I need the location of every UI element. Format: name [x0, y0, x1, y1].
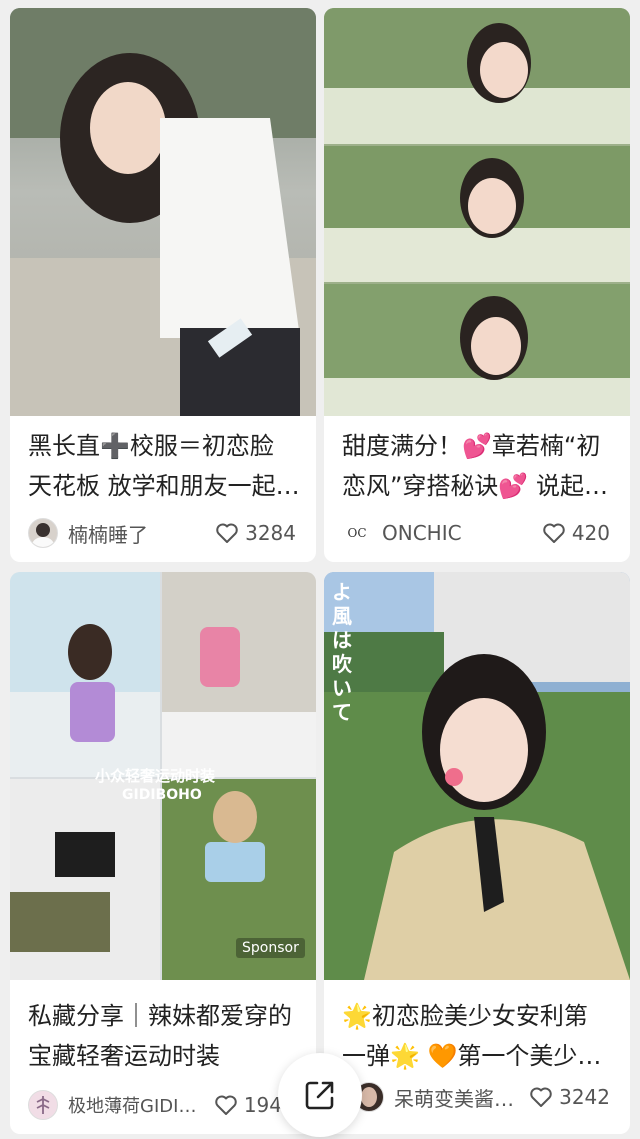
- note-title-line: 🌟初恋脸美少女安利第: [342, 1002, 588, 1030]
- note-meta: 呆萌变美酱… 3242: [354, 1080, 610, 1114]
- like-button[interactable]: 194: [214, 1093, 282, 1117]
- share-external-icon: [305, 1081, 334, 1110]
- image-vertical-text: よ風は吹いて: [332, 580, 352, 724]
- like-count: 3284: [245, 521, 296, 545]
- note-cover-image[interactable]: 小众轻奢运动时装 GIDIBOHO Sponsor: [10, 572, 316, 980]
- note-title[interactable]: 甜度满分！💕章若楠“初 恋风”穿搭秘诀💕 说起…: [342, 426, 616, 506]
- author-name[interactable]: 呆萌变美酱…: [394, 1083, 521, 1112]
- image-brand: GIDIBOHO: [122, 787, 202, 803]
- note-meta: OC ONCHIC 420: [342, 516, 610, 550]
- author-avatar[interactable]: [28, 518, 58, 548]
- like-button[interactable]: 420: [542, 521, 610, 545]
- author-avatar[interactable]: [28, 1090, 58, 1120]
- note-card-3[interactable]: 小众轻奢运动时装 GIDIBOHO Sponsor 私藏分享｜辣妹都爱穿的 宝藏…: [10, 572, 316, 1134]
- image-caption: 小众轻奢运动时装: [95, 767, 216, 785]
- heart-outline-icon: [216, 523, 238, 543]
- flower-girl-collage: [324, 8, 630, 416]
- note-meta: 楠楠睡了 3284: [28, 516, 296, 550]
- lollipop-girl-photo: [324, 572, 630, 980]
- note-title[interactable]: 私藏分享｜辣妹都爱穿的 宝藏轻奢运动时装: [28, 996, 302, 1076]
- like-count: 420: [571, 521, 610, 545]
- note-card-1[interactable]: 黑长直➕校服＝初恋脸 天花板 放学和朋友一起… 楠楠睡了 3284: [10, 8, 316, 562]
- note-title-line: 私藏分享｜辣妹都爱穿的: [28, 1002, 292, 1030]
- like-count: 194: [243, 1093, 282, 1117]
- like-button[interactable]: 3284: [215, 521, 296, 545]
- note-card-4[interactable]: よ風は吹いて 🌟初恋脸美少女安利第 一弹🌟 🧡第一个美少… 呆萌变美酱… 324…: [324, 572, 630, 1134]
- note-title-line: 甜度满分！💕章若楠“初: [342, 432, 601, 460]
- onchic-logo-icon: OC: [347, 526, 367, 540]
- note-title-line: 一弹🌟 🧡第一个美少…: [342, 1042, 602, 1070]
- note-title-line: 宝藏轻奢运动时装: [28, 1042, 220, 1070]
- share-button[interactable]: [278, 1053, 362, 1137]
- note-title-line: 天花板 放学和朋友一起…: [28, 472, 300, 500]
- note-title[interactable]: 黑长直➕校服＝初恋脸 天花板 放学和朋友一起…: [28, 426, 302, 506]
- note-cover-image[interactable]: [10, 8, 316, 416]
- author-name[interactable]: 极地薄荷GIDIB…: [68, 1092, 206, 1118]
- note-cover-image[interactable]: よ風は吹いて: [324, 572, 630, 980]
- note-title-line: 黑长直➕校服＝初恋脸: [28, 432, 274, 460]
- note-cover-image[interactable]: [324, 8, 630, 416]
- author-name[interactable]: ONCHIC: [382, 521, 534, 545]
- note-title-line: 恋风”穿搭秘诀💕 说起…: [342, 472, 608, 500]
- note-card-2[interactable]: 甜度满分！💕章若楠“初 恋风”穿搭秘诀💕 说起… OC ONCHIC 420: [324, 8, 630, 562]
- heart-outline-icon: [530, 1087, 552, 1107]
- like-button[interactable]: 3242: [529, 1085, 610, 1109]
- sponsor-tag: Sponsor: [236, 938, 305, 958]
- avatar-image-icon: [32, 523, 54, 547]
- author-avatar[interactable]: OC: [342, 518, 372, 548]
- note-meta: 极地薄荷GIDIB… 194: [28, 1088, 282, 1122]
- like-count: 3242: [559, 1085, 610, 1109]
- note-title[interactable]: 🌟初恋脸美少女安利第 一弹🌟 🧡第一个美少…: [342, 996, 616, 1076]
- heart-outline-icon: [215, 1095, 237, 1115]
- author-name[interactable]: 楠楠睡了: [68, 519, 207, 548]
- schoolgirl-photo: [10, 8, 316, 416]
- heart-outline-icon: [543, 523, 565, 543]
- mint-logo-icon: [36, 1096, 50, 1114]
